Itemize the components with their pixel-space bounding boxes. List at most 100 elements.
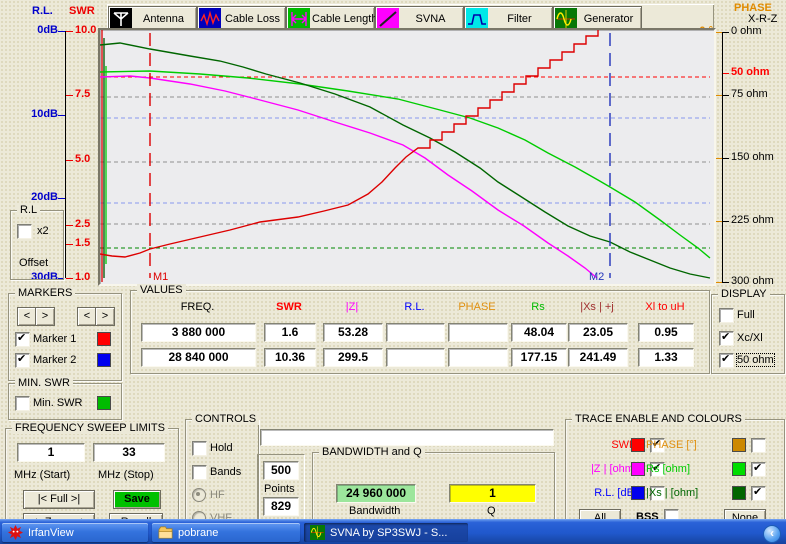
values-cell-r2c8[interactable]: 1.33 xyxy=(638,348,694,367)
left-axis-rl-tick xyxy=(58,198,65,199)
rl-offset-caption: R.L xyxy=(17,204,40,216)
marker2-checkbox[interactable] xyxy=(15,353,30,368)
marker1-next-button[interactable]: > xyxy=(35,307,55,326)
left-axis-swr-tick xyxy=(66,278,73,279)
sweep-start-label: MHz (Start) xyxy=(14,469,70,481)
x2-label: x2 xyxy=(37,225,49,237)
status-text-input[interactable] xyxy=(260,429,554,446)
values-column-header-rs: Rs xyxy=(511,301,565,313)
left-axis-rl-tick-label: 20dB xyxy=(18,191,58,203)
left-axis-swr-tick-label: 7.5 xyxy=(75,88,90,100)
marker1-checkbox[interactable] xyxy=(15,332,30,347)
marker1-label: Marker 1 xyxy=(33,333,76,345)
trace-checkbox-phase[interactable] xyxy=(751,438,766,453)
points-actual-box[interactable]: 829 xyxy=(263,497,299,516)
trace-swatch-xs-ohm[interactable] xyxy=(732,486,746,500)
values-cell-r2c5[interactable] xyxy=(448,348,508,367)
offset-label[interactable]: Offset xyxy=(19,257,48,269)
marker-label-m2: M2 xyxy=(589,271,604,283)
hf-label: HF xyxy=(210,489,225,501)
trace-swatch-swr[interactable] xyxy=(631,438,645,452)
values-cell-r2c4[interactable] xyxy=(386,348,445,367)
left-axis-swr-tick xyxy=(66,225,73,226)
marker-label-m1: M1 xyxy=(153,271,168,283)
values-column-header-z: |Z| xyxy=(323,301,381,313)
generator-icon xyxy=(555,8,577,30)
display-full-label: Full xyxy=(737,309,755,321)
trace-label-r-l-db: R.L. [dB] xyxy=(566,487,637,499)
values-cell-r2c6[interactable]: 177.15 xyxy=(511,348,567,367)
values-cell-r1c5[interactable] xyxy=(448,323,508,342)
trace-swatch-rs-ohm[interactable] xyxy=(732,462,746,476)
swr-axis-title: SWR xyxy=(69,5,95,17)
bands-checkbox[interactable] xyxy=(192,465,207,480)
right-axis-phase-tick xyxy=(715,95,722,96)
cable-length-icon xyxy=(288,8,310,30)
marker2-next-button[interactable]: > xyxy=(95,307,115,326)
right-axis-line xyxy=(722,32,723,283)
toolbar-button-label: Antenna xyxy=(134,13,196,25)
sweep-stop-input[interactable]: 33 xyxy=(93,443,165,462)
sweep-start-input[interactable]: 1 xyxy=(17,443,85,462)
marker2-prev-button[interactable]: < xyxy=(77,307,97,326)
x2-checkbox[interactable] xyxy=(17,224,32,239)
display-full-checkbox[interactable] xyxy=(719,308,734,323)
trace-checkbox-xs-ohm[interactable] xyxy=(751,486,766,501)
sweep-stop-label: MHz (Stop) xyxy=(98,469,154,481)
rs-curve xyxy=(100,71,710,258)
values-cell-r1c6[interactable]: 48.04 xyxy=(511,323,567,342)
left-axis-line xyxy=(65,31,66,278)
trace-swatch-z-ohm[interactable] xyxy=(631,462,645,476)
values-cell-r1c2[interactable]: 1.6 xyxy=(264,323,316,342)
left-axis-rl-tick-label: 0dB xyxy=(18,24,58,36)
values-cell-r2c2[interactable]: 10.36 xyxy=(264,348,316,367)
display-xcxl-checkbox[interactable] xyxy=(719,331,734,346)
min-swr-checkbox[interactable] xyxy=(15,396,30,411)
values-cell-r1c8[interactable]: 0.95 xyxy=(638,323,694,342)
markers-group: MARKERS < > < > Marker 1 Marker 2 xyxy=(8,293,122,381)
values-cell-r2c3[interactable]: 299.5 xyxy=(323,348,383,367)
taskbar-chevron-icon[interactable]: ‹ xyxy=(763,525,781,543)
values-cell-r2c7[interactable]: 241.49 xyxy=(568,348,628,367)
points-setting-box[interactable]: 500 xyxy=(263,461,299,480)
display-caption: DISPLAY xyxy=(718,288,770,300)
trace-swatch-r-l-db[interactable] xyxy=(631,486,645,500)
points-label: Points xyxy=(264,483,295,495)
marker1-prev-button[interactable]: < xyxy=(17,307,37,326)
trace-swatch-phase[interactable] xyxy=(732,438,746,452)
display-50ohm-checkbox[interactable] xyxy=(719,353,734,368)
taskbar-item-pobrane[interactable]: pobrane xyxy=(152,523,300,542)
trace-checkbox-rs-ohm[interactable] xyxy=(751,462,766,477)
trace-label-swr: SWR xyxy=(566,439,637,451)
display-group: DISPLAY Full Xc/Xl 50 ohm xyxy=(711,294,785,374)
marker1-color-swatch[interactable] xyxy=(97,332,111,346)
right-axis-ohm-tick xyxy=(723,282,729,283)
full-span-button[interactable]: |< Full >| xyxy=(23,490,95,509)
left-axis-swr-tick-label: 5.0 xyxy=(75,153,90,165)
values-cell-r1c4[interactable] xyxy=(386,323,445,342)
values-column-header-xs-j: |Xs | +j xyxy=(568,301,626,313)
marker2-color-swatch[interactable] xyxy=(97,353,111,367)
display-xcxl-label: Xc/Xl xyxy=(737,332,763,344)
values-cell-r1c1[interactable]: 3 880 000 xyxy=(141,323,256,342)
values-cell-r2c1[interactable]: 28 840 000 xyxy=(141,348,256,367)
taskbar-item-irfanview[interactable]: IrfanView xyxy=(2,523,148,542)
values-cell-r1c3[interactable]: 53.28 xyxy=(323,323,383,342)
taskbar-item-svna[interactable]: SVNA by SP3SWJ - S... xyxy=(304,523,468,542)
values-column-header-r-l: R.L. xyxy=(386,301,443,313)
chart-plot[interactable]: M1 M2 xyxy=(98,28,716,286)
trace-enable-caption: TRACE ENABLE AND COLOURS xyxy=(572,413,745,425)
min-swr-color-swatch[interactable] xyxy=(97,396,111,410)
values-cell-r1c7[interactable]: 23.05 xyxy=(568,323,628,342)
hf-radio[interactable] xyxy=(192,488,206,502)
left-axis-rl-tick xyxy=(58,31,65,32)
controls-caption: CONTROLS xyxy=(192,413,259,425)
toolbar-button-label: Generator xyxy=(579,13,641,25)
toolbar-button-label: Cable Length xyxy=(312,13,380,25)
trace-label-z-ohm: |Z | [ohm] xyxy=(566,463,637,475)
save-button[interactable]: Save xyxy=(113,490,161,509)
cable-loss-icon xyxy=(199,8,221,30)
values-column-header-xl-to-uh: Xl to uH xyxy=(638,301,692,313)
chart-canvas: M1 M2 xyxy=(100,30,714,284)
hold-checkbox[interactable] xyxy=(192,441,207,456)
